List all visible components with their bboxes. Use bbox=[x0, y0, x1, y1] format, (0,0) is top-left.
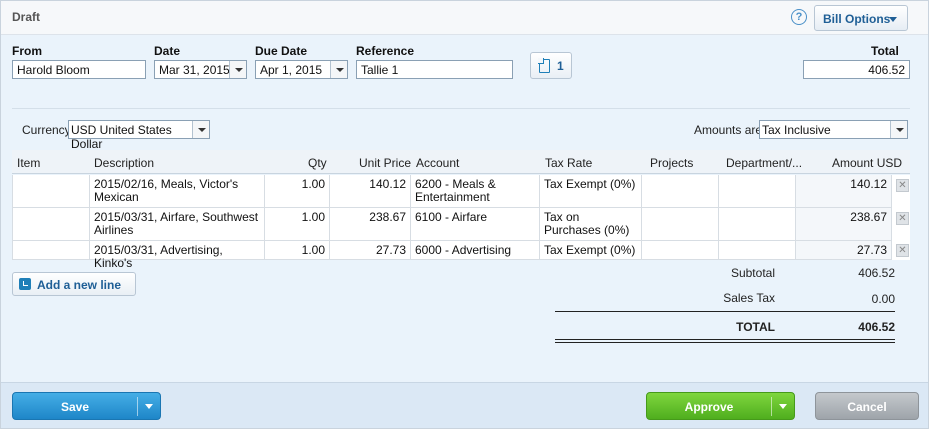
divider bbox=[137, 397, 138, 416]
cell-description[interactable]: 2015/03/31, Airfare, Southwest Airlines bbox=[90, 208, 265, 241]
attachments-button[interactable]: 1 bbox=[530, 52, 572, 79]
currency-label: Currency bbox=[22, 123, 71, 137]
sales-tax-label: Sales Tax bbox=[723, 291, 775, 305]
table-row[interactable]: 2015/02/16, Meals, Victor's Mexican 1.00… bbox=[12, 175, 910, 208]
footer-bar: Save Approve Cancel bbox=[1, 382, 928, 428]
due-date-value: Apr 1, 2015 bbox=[260, 63, 323, 77]
add-new-line-button[interactable]: Add a new line bbox=[12, 272, 136, 296]
cell-department[interactable] bbox=[719, 175, 796, 208]
calendar-dropdown-icon[interactable] bbox=[229, 61, 246, 78]
cell-amount[interactable]: 140.12 bbox=[796, 175, 892, 208]
approve-label: Approve bbox=[684, 400, 734, 414]
divider bbox=[12, 108, 910, 109]
approve-button[interactable]: Approve bbox=[646, 392, 795, 420]
col-tax-rate: Tax Rate bbox=[545, 156, 593, 170]
subtotal-value: 406.52 bbox=[858, 266, 895, 280]
currency-value: USD United States Dollar bbox=[71, 123, 172, 151]
cell-account[interactable]: 6000 - Advertising bbox=[411, 241, 540, 260]
cell-department[interactable] bbox=[719, 208, 796, 241]
reference-input[interactable]: Tallie 1 bbox=[356, 60, 513, 79]
cell-tax-rate[interactable]: Tax Exempt (0%) bbox=[540, 241, 642, 260]
cell-item[interactable] bbox=[12, 241, 90, 260]
totals-double-rule bbox=[555, 339, 895, 340]
calendar-dropdown-icon[interactable] bbox=[330, 61, 347, 78]
table-row[interactable]: 2015/03/31, Advertising, Kinko's 1.00 27… bbox=[12, 241, 910, 270]
attachment-icon bbox=[538, 58, 550, 73]
cell-projects[interactable] bbox=[642, 175, 719, 208]
col-item: Item bbox=[17, 156, 41, 170]
bill-options-button[interactable]: Bill Options bbox=[814, 5, 908, 31]
save-button[interactable]: Save bbox=[12, 392, 161, 420]
date-value: Mar 31, 2015 bbox=[159, 63, 230, 77]
delete-icon[interactable]: ✕ bbox=[896, 212, 909, 225]
currency-select[interactable]: USD United States Dollar bbox=[68, 120, 210, 151]
amounts-are-select[interactable]: Tax Inclusive bbox=[759, 120, 908, 139]
cell-tax-rate[interactable]: Tax on Purchases (0%) bbox=[540, 208, 642, 241]
cell-description[interactable]: 2015/03/31, Advertising, Kinko's bbox=[90, 241, 265, 270]
cell-amount[interactable]: 238.67 bbox=[796, 208, 892, 241]
totals-divider bbox=[555, 311, 895, 312]
cell-department[interactable] bbox=[719, 241, 796, 260]
from-label: From bbox=[12, 44, 42, 58]
total-input[interactable]: 406.52 bbox=[803, 60, 910, 79]
bill-options-label: Bill Options bbox=[823, 12, 891, 26]
sales-tax-value: 0.00 bbox=[871, 292, 895, 306]
cell-description[interactable]: 2015/02/16, Meals, Victor's Mexican bbox=[90, 175, 265, 208]
total-summary-value: 406.52 bbox=[858, 320, 895, 334]
chevron-down-icon[interactable] bbox=[145, 404, 153, 409]
cell-tax-rate[interactable]: Tax Exempt (0%) bbox=[540, 175, 642, 208]
cell-unit-price[interactable]: 27.73 bbox=[330, 241, 411, 260]
cell-amount[interactable]: 27.73 bbox=[796, 241, 892, 260]
date-picker[interactable]: Mar 31, 2015 bbox=[154, 60, 247, 79]
help-icon[interactable]: ? bbox=[791, 9, 807, 25]
bill-form: Draft ? Bill Options From Harold Bloom D… bbox=[0, 0, 929, 429]
chevron-down-icon bbox=[889, 17, 897, 22]
attachments-count: 1 bbox=[557, 59, 564, 73]
chevron-down-icon[interactable] bbox=[192, 121, 209, 138]
reference-label: Reference bbox=[356, 44, 415, 58]
top-bar: Draft ? Bill Options bbox=[1, 1, 928, 35]
cell-item[interactable] bbox=[12, 208, 90, 241]
cell-unit-price[interactable]: 238.67 bbox=[330, 208, 411, 241]
table-header: Item Description Qty Unit Price Account … bbox=[12, 150, 910, 174]
col-unit-price: Unit Price bbox=[359, 156, 412, 170]
cell-projects[interactable] bbox=[642, 208, 719, 241]
totals-double-rule bbox=[555, 342, 895, 343]
date-label: Date bbox=[154, 44, 181, 58]
cell-qty[interactable]: 1.00 bbox=[265, 208, 330, 241]
add-line-icon bbox=[19, 278, 31, 290]
cell-qty[interactable]: 1.00 bbox=[265, 241, 330, 260]
col-projects: Projects bbox=[650, 156, 694, 170]
cell-account[interactable]: 6200 - Meals & Entertainment bbox=[411, 175, 540, 208]
total-label: Total bbox=[871, 44, 899, 58]
save-label: Save bbox=[60, 400, 90, 414]
subtotal-label: Subtotal bbox=[730, 266, 775, 280]
table-row[interactable]: 2015/03/31, Airfare, Southwest Airlines … bbox=[12, 208, 910, 241]
chevron-down-icon[interactable] bbox=[779, 404, 787, 409]
col-account: Account bbox=[416, 156, 460, 170]
col-qty: Qty bbox=[308, 156, 327, 170]
amounts-are-label: Amounts are bbox=[694, 123, 763, 137]
amounts-are-value: Tax Inclusive bbox=[762, 123, 831, 137]
total-summary-label: TOTAL bbox=[736, 320, 775, 334]
col-amount: Amount USD bbox=[832, 156, 903, 170]
from-input[interactable]: Harold Bloom bbox=[12, 60, 146, 79]
cell-qty[interactable]: 1.00 bbox=[265, 175, 330, 208]
due-date-picker[interactable]: Apr 1, 2015 bbox=[255, 60, 348, 79]
col-department: Department/... bbox=[726, 156, 803, 170]
add-new-line-label: Add a new line bbox=[37, 278, 122, 292]
divider bbox=[771, 397, 772, 416]
due-date-label: Due Date bbox=[255, 44, 308, 58]
delete-icon[interactable]: ✕ bbox=[896, 179, 909, 192]
status-label: Draft bbox=[12, 10, 41, 24]
cancel-button[interactable]: Cancel bbox=[815, 392, 919, 420]
cell-projects[interactable] bbox=[642, 241, 719, 260]
delete-icon[interactable]: ✕ bbox=[896, 244, 909, 257]
cell-account[interactable]: 6100 - Airfare bbox=[411, 208, 540, 241]
cell-item[interactable] bbox=[12, 175, 90, 208]
cell-unit-price[interactable]: 140.12 bbox=[330, 175, 411, 208]
col-description: Description bbox=[94, 156, 155, 170]
chevron-down-icon[interactable] bbox=[890, 121, 907, 138]
